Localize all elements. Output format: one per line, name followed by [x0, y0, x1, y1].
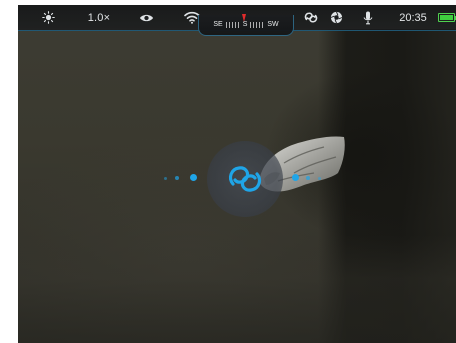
brightness-button[interactable] [40, 5, 56, 30]
loading-dot [190, 174, 197, 181]
loading-dot [175, 176, 179, 180]
stream-link-icon [228, 166, 262, 192]
microphone-button[interactable] [361, 5, 375, 30]
compass-label-left: SE [213, 21, 223, 28]
loading-dot [292, 174, 299, 181]
stream-button[interactable] [302, 5, 320, 30]
battery-indicator [436, 5, 456, 30]
battery-fill [439, 15, 453, 20]
zoom-level: 1.0× [87, 11, 111, 24]
zoom-button[interactable]: 1.0× [84, 5, 114, 30]
compass-label-right: SW [267, 21, 279, 28]
compass-ticks [225, 21, 240, 28]
aperture-icon [330, 11, 342, 24]
eye-icon [139, 14, 153, 21]
compass: SE S SW [198, 14, 294, 36]
microphone-icon [363, 11, 373, 24]
loading-dot [306, 176, 310, 180]
compass-label-center: S [242, 21, 248, 28]
stream-link-icon [304, 12, 318, 23]
sun-brightness-icon [41, 11, 55, 24]
loading-dot [164, 177, 167, 180]
loading-dot [318, 177, 321, 180]
clock-time: 20:35 [399, 11, 427, 24]
ground [18, 235, 456, 343]
compass-ticks [250, 21, 265, 28]
aperture-button[interactable] [328, 5, 344, 30]
display-mode-button[interactable] [138, 5, 154, 30]
battery-icon [437, 13, 456, 22]
clock: 20:35 [396, 5, 430, 30]
